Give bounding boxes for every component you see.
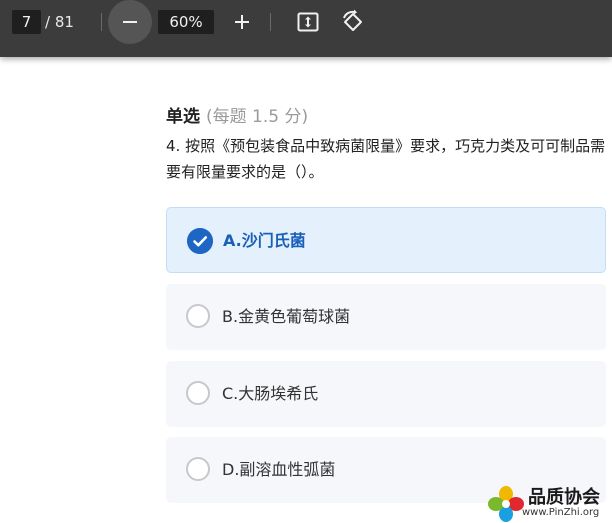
zoom-in-button[interactable] bbox=[230, 10, 254, 34]
question-text: 4. 按照《预包装食品中致病菌限量》要求，巧克力类及可可制品需要有限量要求的是（… bbox=[166, 137, 606, 181]
radio-circle-icon bbox=[186, 457, 210, 481]
toolbar-divider bbox=[270, 13, 271, 31]
pdf-viewer-window: 7 / 81 60% 单选 (每题 1.5 分) 4. 按照《预包装食品中致病菌… bbox=[0, 0, 612, 523]
rotate-icon bbox=[343, 9, 362, 31]
page-total-label: / 81 bbox=[45, 13, 74, 31]
section-score-note: (每题 1.5 分) bbox=[206, 107, 309, 127]
toolbar-divider bbox=[101, 13, 102, 31]
rotate-button[interactable] bbox=[340, 9, 366, 35]
pdf-toolbar: 7 / 81 60% bbox=[0, 0, 612, 57]
watermark: 品质协会 www.PinZhi.org bbox=[484, 483, 612, 523]
watermark-url: www.PinZhi.org bbox=[522, 507, 600, 518]
radio-circle-icon bbox=[186, 304, 210, 328]
check-circle-icon bbox=[187, 228, 213, 254]
option-c[interactable]: C.大肠埃希氏 bbox=[166, 361, 606, 427]
zoom-out-button[interactable] bbox=[108, 0, 152, 44]
option-a[interactable]: A.沙门氏菌 bbox=[166, 207, 606, 273]
page-number-input[interactable]: 7 bbox=[12, 10, 41, 34]
radio-circle-icon bbox=[186, 381, 210, 405]
document-page: 单选 (每题 1.5 分) 4. 按照《预包装食品中致病菌限量》要求，巧克力类及可… bbox=[0, 57, 612, 523]
option-label: B.金黄色葡萄球菌 bbox=[222, 307, 351, 326]
option-label: D.副溶血性弧菌 bbox=[222, 460, 336, 479]
fit-to-page-icon bbox=[297, 12, 319, 32]
option-label: A.沙门氏菌 bbox=[223, 231, 306, 250]
section-title: 单选 bbox=[166, 107, 200, 127]
watermark-title: 品质协会 bbox=[528, 487, 600, 508]
fit-to-page-button[interactable] bbox=[296, 10, 320, 34]
section-header: 单选 (每题 1.5 分) bbox=[166, 102, 308, 127]
option-label: C.大肠埃希氏 bbox=[222, 384, 319, 403]
zoom-level-input[interactable]: 60% bbox=[158, 10, 214, 34]
watermark-logo bbox=[488, 486, 524, 522]
option-b[interactable]: B.金黄色葡萄球菌 bbox=[166, 284, 606, 350]
